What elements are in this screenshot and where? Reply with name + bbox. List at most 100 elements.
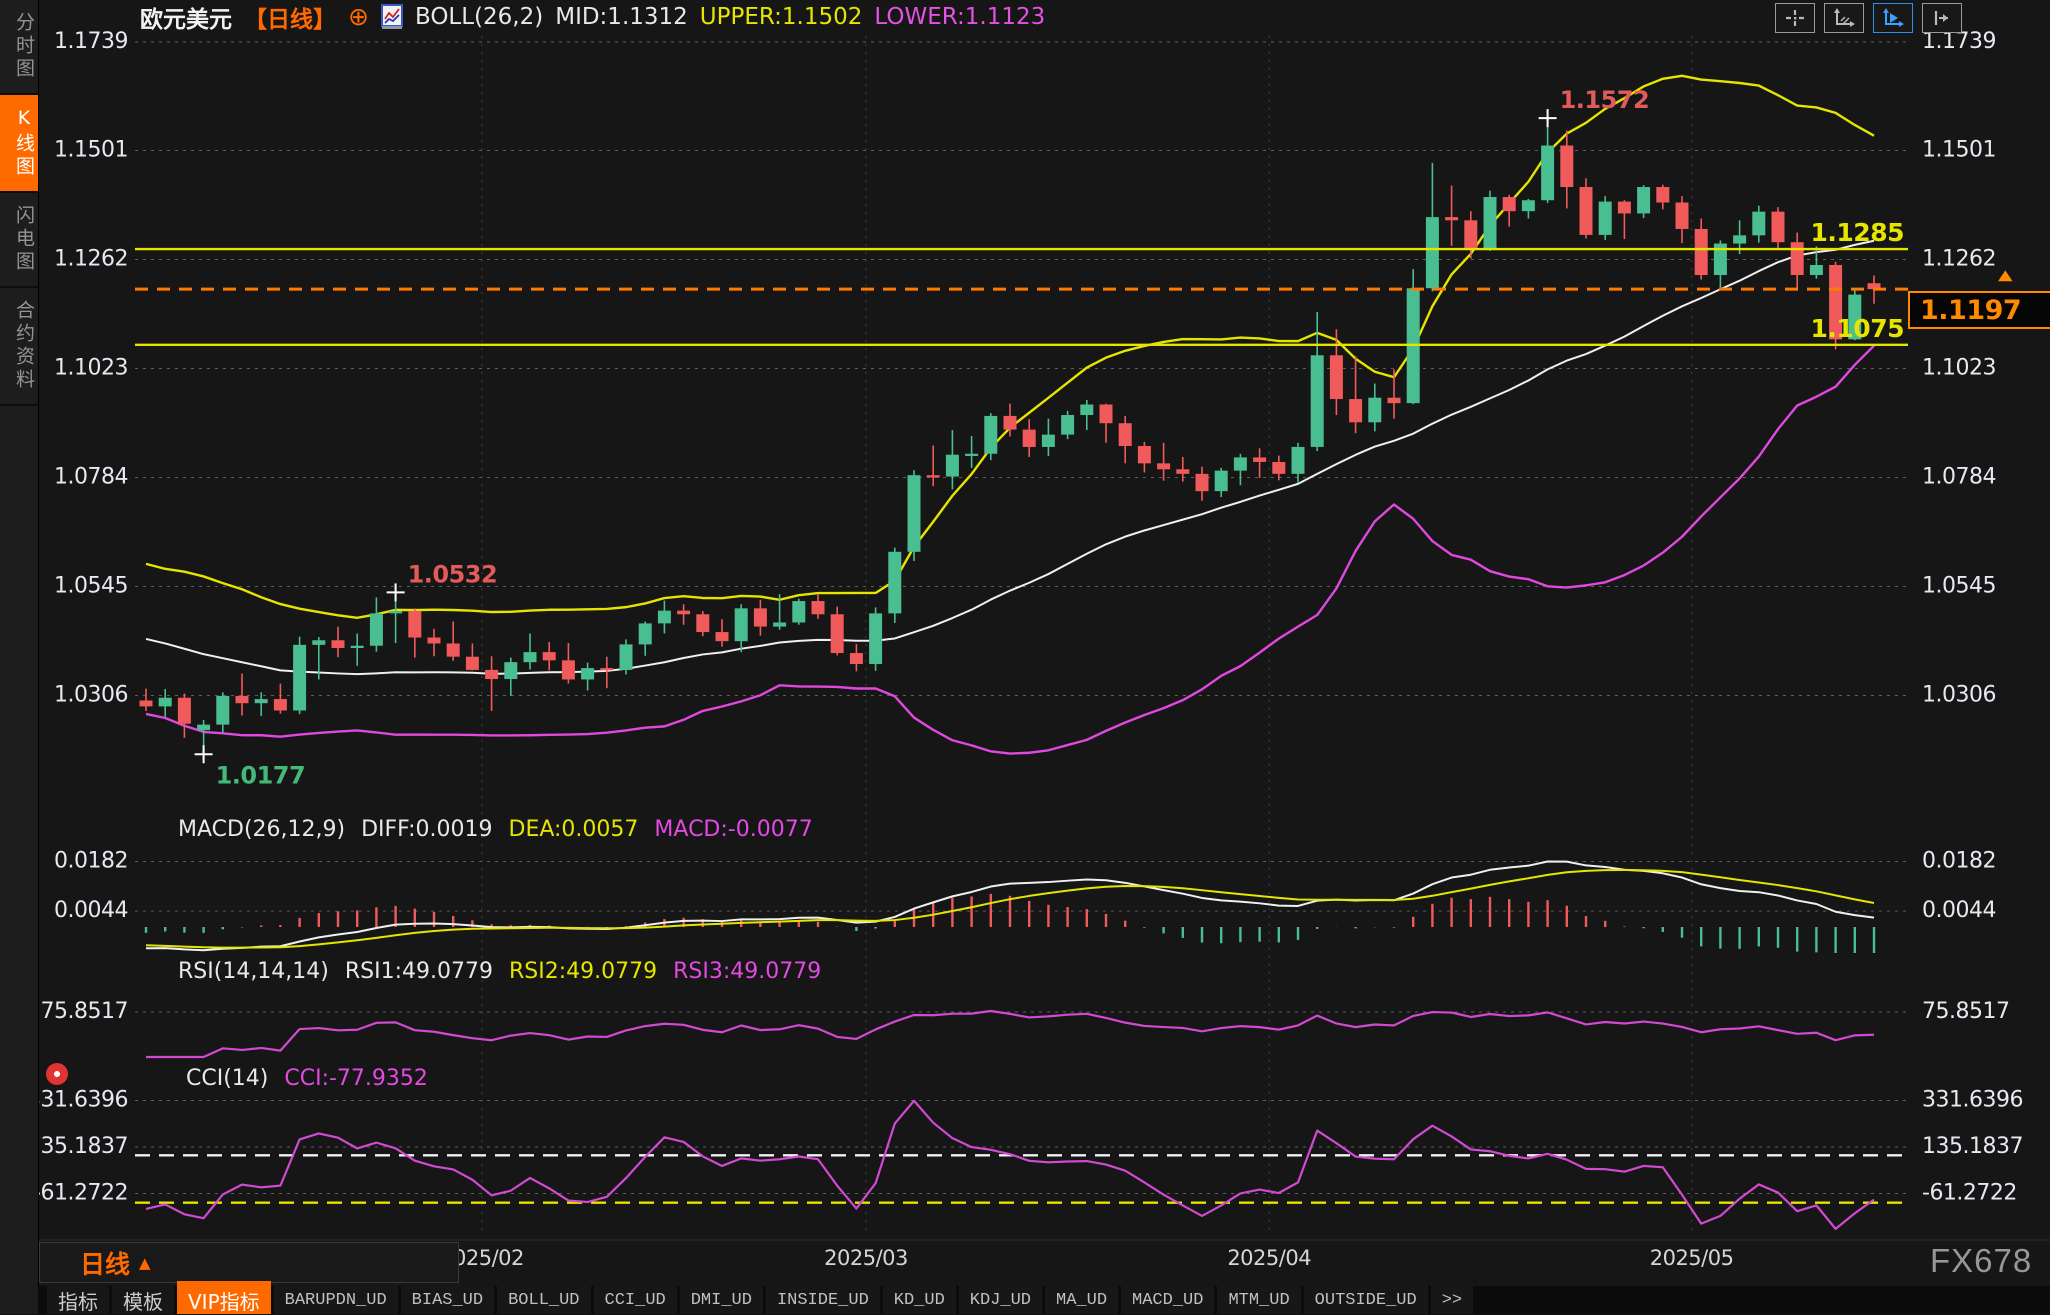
candle-body xyxy=(1176,469,1189,474)
axis-scale-icon[interactable] xyxy=(1824,3,1864,33)
boll-mid-value: MID:1.1312 xyxy=(555,4,688,30)
candle-body xyxy=(850,653,863,664)
candle-body xyxy=(1215,471,1228,492)
app-window: 2025/022025/032025/042025/051.17391.1739… xyxy=(0,0,2050,1314)
candle-body xyxy=(1522,200,1535,211)
candle-body xyxy=(620,644,633,670)
bottom-tab-kdj-ud[interactable]: KDJ_UD xyxy=(959,1286,1042,1314)
price-tick-left: 1.1501 xyxy=(54,138,128,163)
rsi3-value: RSI3:49.0779 xyxy=(673,959,821,984)
period-dropdown-arrow-icon[interactable]: ▲ xyxy=(139,1254,151,1272)
rsi-panel-header: RSI(14,14,14) RSI1:49.0779 RSI2:49.0779 … xyxy=(178,959,821,984)
macd-dea-value: DEA:0.0057 xyxy=(509,817,639,842)
bottom-tab-more[interactable]: >> xyxy=(1431,1286,1473,1314)
x-axis-label: 2025/03 xyxy=(824,1246,908,1270)
sidebar-item-time-share-chart[interactable]: 分时图 xyxy=(0,0,38,95)
sidebar-item-flash-chart[interactable]: 闪电图 xyxy=(0,193,38,288)
price-tick-left: 1.1739 xyxy=(54,29,128,54)
bottom-tab-vip-indicators[interactable]: VIP指标 xyxy=(177,1286,271,1314)
sidebar-item-kline-chart[interactable]: K线图 xyxy=(0,95,38,193)
rsi-title: RSI(14,14,14) xyxy=(178,959,329,984)
candle-body xyxy=(1464,220,1477,249)
symbol-title: 欧元美元 xyxy=(140,0,232,34)
candle-body xyxy=(1272,462,1285,474)
candle-body xyxy=(1676,203,1689,229)
chart-canvas[interactable]: 2025/022025/032025/042025/051.17391.1739… xyxy=(0,0,2050,1314)
bottom-tab-indicators[interactable]: 指标 xyxy=(47,1286,109,1314)
cci-tick-left: 135.1837 xyxy=(27,1134,128,1159)
candle-body xyxy=(236,696,249,703)
macd-tick-right: 0.0044 xyxy=(1922,898,1996,923)
bottom-tab-macd-ud[interactable]: MACD_UD xyxy=(1121,1286,1214,1314)
support-level-label: 1.1075 xyxy=(1811,314,1904,343)
axis-play-zoom-icon[interactable] xyxy=(1873,3,1913,33)
chart-header: 欧元美元 【日线】 ⊕ BOLL(26,2) MID:1.1312 UPPER:… xyxy=(140,2,1045,32)
rsi1-value: RSI1:49.0779 xyxy=(345,959,493,984)
candle-body xyxy=(1791,242,1804,275)
alert-blinker-icon xyxy=(46,1063,68,1085)
candle-body xyxy=(562,660,575,679)
candle-body xyxy=(1772,212,1785,243)
candle-body xyxy=(1080,405,1093,415)
bottom-tab-bias-ud[interactable]: BIAS_UD xyxy=(401,1286,494,1314)
macd-panel-header: MACD(26,12,9) DIFF:0.0019 DEA:0.0057 MAC… xyxy=(178,817,813,842)
candle-body xyxy=(831,614,844,653)
bottom-tab-templates[interactable]: 模板 xyxy=(112,1286,174,1314)
cci-title: CCI(14) xyxy=(186,1066,268,1091)
bottom-tab-cci-ud[interactable]: CCI_UD xyxy=(594,1286,677,1314)
price-tick-right: 1.1023 xyxy=(1922,355,1996,380)
bottom-tab-dmi-ud[interactable]: DMI_UD xyxy=(680,1286,763,1314)
price-tick-left: 1.1262 xyxy=(54,247,128,272)
bottom-tab-barupdn-ud[interactable]: BARUPDN_UD xyxy=(274,1286,398,1314)
candle-body xyxy=(869,613,882,664)
bottom-tab-outside-ud[interactable]: OUTSIDE_UD xyxy=(1304,1286,1428,1314)
candle-body xyxy=(1157,463,1170,469)
candle-body xyxy=(1330,355,1343,399)
macd-tick-right: 0.0182 xyxy=(1922,848,1996,873)
candle-body xyxy=(216,696,229,725)
extreme-cross-marker xyxy=(1539,109,1557,127)
candle-body xyxy=(389,611,402,613)
collapse-panel-icon[interactable] xyxy=(1922,3,1962,33)
bottom-tab-mtm-ud[interactable]: MTM_UD xyxy=(1217,1286,1300,1314)
bottom-tab-kd-ud[interactable]: KD_UD xyxy=(883,1286,956,1314)
candle-body xyxy=(754,608,767,626)
period-selector[interactable]: 日线 ▲ xyxy=(39,1242,459,1283)
bottom-tab-ma-ud[interactable]: MA_UD xyxy=(1045,1286,1118,1314)
candle-body xyxy=(600,668,613,670)
candle-body xyxy=(908,475,921,552)
candle-body xyxy=(332,640,345,648)
last-price-value: 1.1197 xyxy=(1920,295,2021,326)
candle-body xyxy=(984,416,997,454)
rsi2-value: RSI2:49.0779 xyxy=(509,959,657,984)
boll-lower-value: LOWER:1.1123 xyxy=(874,4,1045,30)
price-annotation-high: 1.1572 xyxy=(1560,86,1650,114)
extreme-cross-marker xyxy=(195,745,213,763)
latest-price-arrow-icon[interactable]: ▲ xyxy=(1998,270,2013,281)
watermark: FX678 xyxy=(1930,1242,2032,1280)
bottom-tab-boll-ud[interactable]: BOLL_UD xyxy=(497,1286,590,1314)
candle-body xyxy=(888,552,901,614)
candle-body xyxy=(1234,457,1247,470)
candle-body xyxy=(1752,212,1765,236)
price-tick-right: 1.0545 xyxy=(1922,573,1996,598)
macd-diff-value: DIFF:0.0019 xyxy=(361,817,492,842)
candle-body xyxy=(716,632,729,641)
candle-body xyxy=(1100,405,1113,424)
bottom-tab-inside-ud[interactable]: INSIDE_UD xyxy=(766,1286,880,1314)
chart-type-icon[interactable] xyxy=(381,4,403,30)
cci-tick-left: -61.2722 xyxy=(33,1181,128,1206)
cci-tick-right: 331.6396 xyxy=(1922,1087,2023,1112)
plus-circle-icon[interactable]: ⊕ xyxy=(348,7,369,27)
candle-body xyxy=(1484,197,1497,249)
candle-body xyxy=(140,700,153,706)
candle-body xyxy=(1119,423,1132,446)
sidebar-item-contract-info[interactable]: 合约资料 xyxy=(0,288,38,406)
cci-tick-left: 331.6396 xyxy=(27,1087,128,1112)
crosshair-move-icon[interactable] xyxy=(1775,3,1815,33)
candle-body xyxy=(159,698,172,707)
candle-body xyxy=(639,623,652,644)
period-label[interactable]: 日线 xyxy=(80,1245,130,1281)
candle-body xyxy=(466,657,479,670)
cci-value: CCI:-77.9352 xyxy=(284,1066,428,1091)
